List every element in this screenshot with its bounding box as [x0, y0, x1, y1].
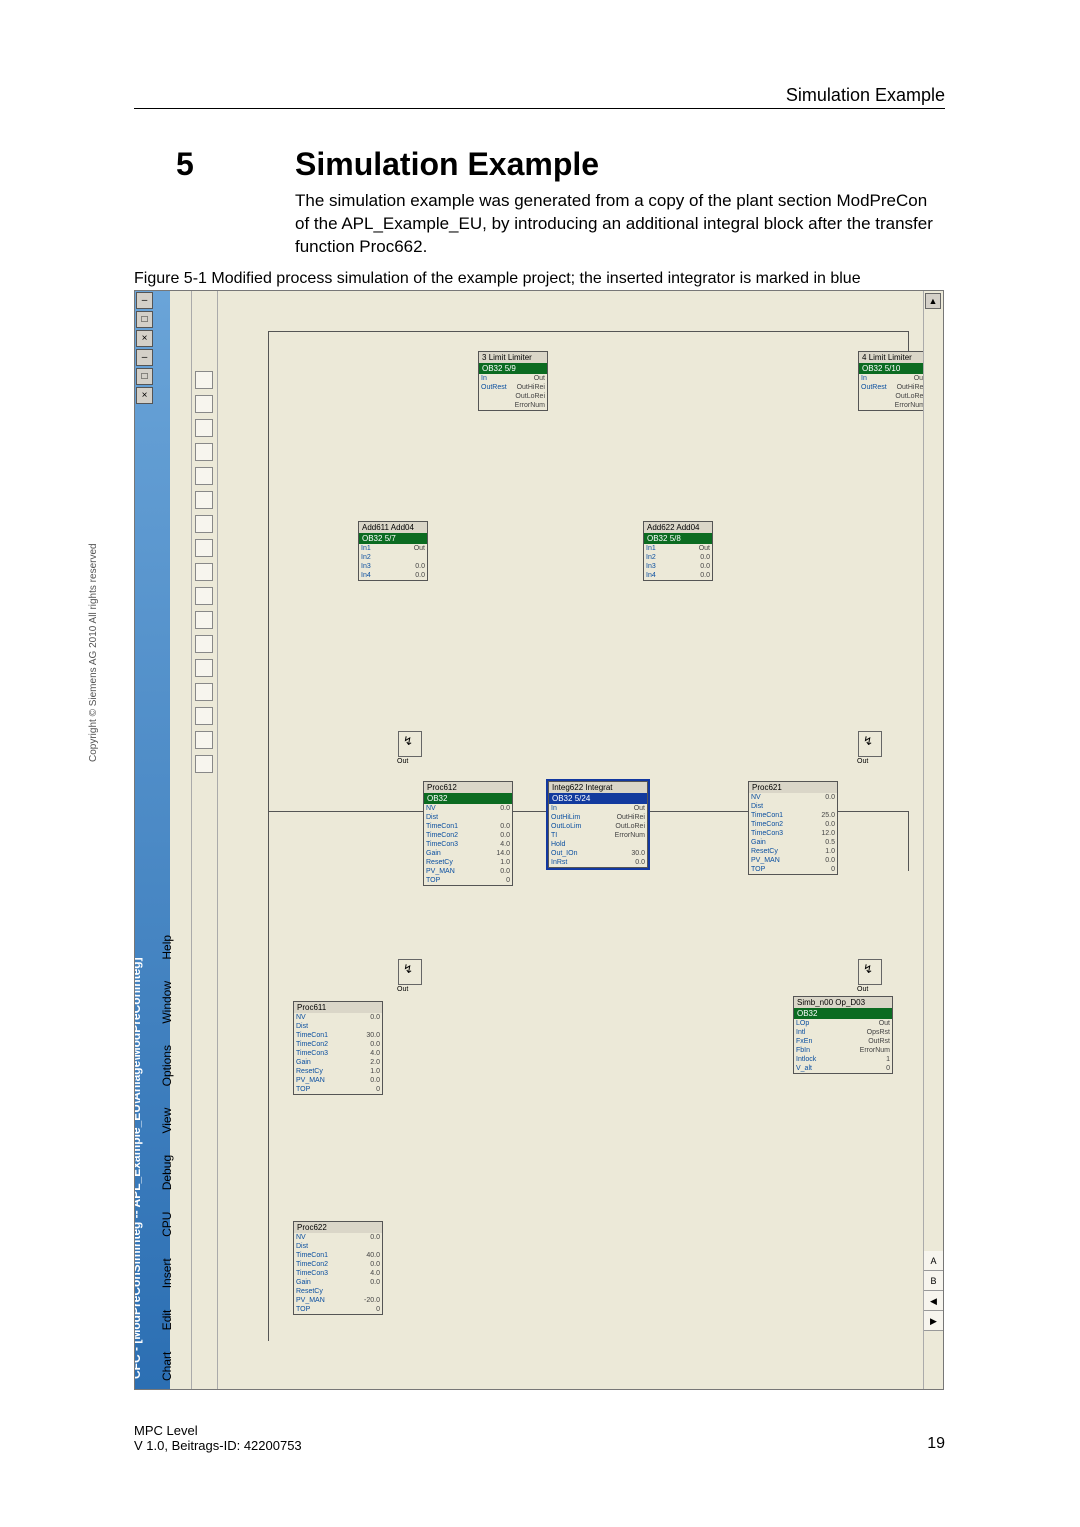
view-sheet-icon[interactable] — [195, 659, 213, 677]
paste-icon[interactable] — [195, 515, 213, 533]
menu-insert[interactable]: Insert — [160, 1258, 174, 1288]
block-title: Proc622 — [294, 1222, 382, 1233]
chapter-number: 5 — [176, 146, 194, 183]
block-proc622[interactable]: Proc622 NV0.0 Dist TimeCon140.0 TimeCon2… — [293, 1221, 383, 1315]
block-title: Add622 Add04 — [644, 522, 712, 533]
help-icon[interactable] — [195, 755, 213, 773]
block-title: 4 Limit Limiter — [859, 352, 927, 363]
menu-options[interactable]: Options — [160, 1045, 174, 1086]
block-add611[interactable]: Add611 Add04 OB32 5/7 In1Out In2 In30.0 … — [358, 521, 428, 581]
zoom-in-icon[interactable] — [195, 635, 213, 653]
scroll-up-icon[interactable]: ▲ — [925, 293, 941, 309]
block-ob: OB32 5/7 — [359, 533, 427, 544]
copy-icon[interactable] — [195, 491, 213, 509]
block-ob: OB32 5/8 — [644, 533, 712, 544]
block-ob: OB32 — [424, 793, 512, 804]
testmode-icon[interactable] — [195, 587, 213, 605]
header-rule — [134, 108, 945, 109]
maximize-icon[interactable]: □ — [136, 311, 153, 328]
save-icon[interactable] — [195, 419, 213, 437]
overview-icon[interactable] — [195, 683, 213, 701]
ob-node[interactable]: Out — [398, 731, 422, 757]
sheet-tab[interactable]: B — [924, 1271, 943, 1291]
ob-node[interactable]: Out — [858, 959, 882, 985]
compile-icon[interactable] — [195, 539, 213, 557]
block-proc621[interactable]: Proc621 NV0.0 Dist TimeCon125.0 TimeCon2… — [748, 781, 838, 875]
sheet-nav-prev[interactable]: ◀ — [924, 1291, 943, 1311]
menu-debug[interactable]: Debug — [160, 1155, 174, 1190]
block-title: Integ622 Integrat — [549, 782, 647, 793]
sheet-tab[interactable]: A — [924, 1251, 943, 1271]
menu-cpu[interactable]: CPU — [160, 1212, 174, 1237]
block-ob: OB32 — [794, 1008, 892, 1019]
block-ob: OB32 5/10 — [859, 363, 927, 374]
menu-view[interactable]: View — [160, 1108, 174, 1134]
wire — [908, 811, 909, 871]
new-icon[interactable] — [195, 371, 213, 389]
figure-caption: Figure 5-1 Modified process simulation o… — [134, 270, 945, 288]
close-icon[interactable]: × — [136, 387, 153, 404]
ob-node[interactable]: Out — [858, 731, 882, 757]
sheet-nav-next[interactable]: ▶ — [924, 1311, 943, 1331]
block-add622[interactable]: Add622 Add04 OB32 5/8 In1Out In20.0 In30… — [643, 521, 713, 581]
cfc-screenshot: CFC - [ModPreConSimInteg -- APL_Example_… — [134, 290, 944, 1390]
chapter-body: The simulation example was generated fro… — [295, 190, 945, 259]
block-title: Proc611 — [294, 1002, 382, 1013]
block-ob: OB32 5/24 — [549, 793, 647, 804]
block-title: Add611 Add04 — [359, 522, 427, 533]
wire — [268, 331, 269, 1341]
download-icon[interactable] — [195, 563, 213, 581]
menu-chart[interactable]: Chart — [160, 1352, 174, 1381]
block-limit4[interactable]: 4 Limit Limiter OB32 5/10 InOut OutRestO… — [858, 351, 928, 411]
block-proc612[interactable]: Proc612 OB32 NV0.0 Dist TimeCon10.0 Time… — [423, 781, 513, 886]
sheet-tab-bar[interactable]: ▲ A B ◀ ▶ — [923, 291, 943, 1389]
grid-icon[interactable] — [195, 731, 213, 749]
close-icon[interactable]: × — [136, 330, 153, 347]
minimize-icon[interactable]: – — [136, 292, 153, 309]
zoom-out-icon[interactable] — [195, 611, 213, 629]
copyright-text: Copyright © Siemens AG 2010 All rights r… — [88, 543, 99, 762]
cut-icon[interactable] — [195, 467, 213, 485]
cfc-canvas[interactable]: Out Out Out Out Proc611 NV0.0 Dist TimeC… — [218, 291, 943, 1389]
print-icon[interactable] — [195, 443, 213, 461]
menu-bar[interactable]: Chart Edit Insert CPU Debug View Options… — [170, 291, 192, 1389]
page-number: 19 — [927, 1435, 945, 1453]
open-icon[interactable] — [195, 395, 213, 413]
menu-help[interactable]: Help — [160, 935, 174, 960]
wire — [268, 331, 908, 332]
catalog-icon[interactable] — [195, 707, 213, 725]
minimize-icon[interactable]: – — [136, 349, 153, 366]
toolbar[interactable] — [192, 291, 218, 1389]
block-title: 3 Limit Limiter — [479, 352, 547, 363]
block-limit3[interactable]: 3 Limit Limiter OB32 5/9 InOut OutRestOu… — [478, 351, 548, 411]
block-title: Proc621 — [749, 782, 837, 793]
menu-edit[interactable]: Edit — [160, 1310, 174, 1331]
window-title: CFC - [ModPreConSimInteg -- APL_Example_… — [134, 299, 143, 1379]
maximize-icon[interactable]: □ — [136, 368, 153, 385]
ob-node[interactable]: Out — [398, 959, 422, 985]
menu-window[interactable]: Window — [160, 981, 174, 1024]
block-title: Simb_n00 Op_D03 — [794, 997, 892, 1008]
block-title: Proc612 — [424, 782, 512, 793]
block-ob: OB32 5/9 — [479, 363, 547, 374]
block-simbin[interactable]: Simb_n00 Op_D03 OB32 LOpOut IntlOpsRst F… — [793, 996, 893, 1074]
chapter-title: Simulation Example — [295, 146, 599, 183]
block-integ622[interactable]: Integ622 Integrat OB32 5/24 InOut OutHiL… — [548, 781, 648, 868]
footer-left: MPC Level V 1.0, Beitrags-ID: 42200753 — [134, 1423, 302, 1453]
running-header: Simulation Example — [786, 85, 945, 106]
block-proc611[interactable]: Proc611 NV0.0 Dist TimeCon130.0 TimeCon2… — [293, 1001, 383, 1095]
